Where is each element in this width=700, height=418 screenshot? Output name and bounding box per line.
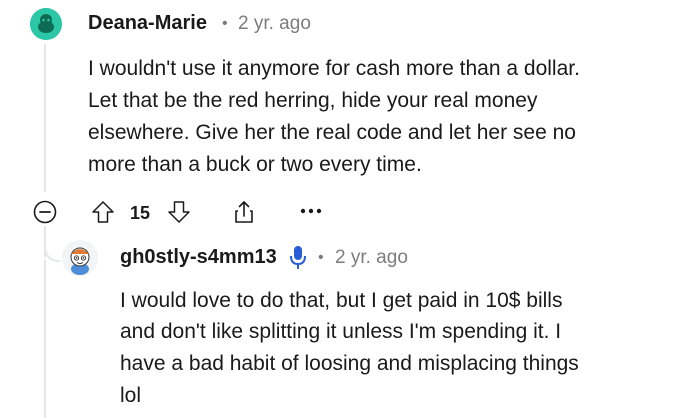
share-icon bbox=[235, 201, 253, 223]
comment-body-line: Let that be the red herring, hide your r… bbox=[88, 89, 538, 112]
reply-avatar[interactable] bbox=[62, 240, 98, 276]
downvote-arrow-icon bbox=[168, 201, 190, 223]
reply-timestamp[interactable]: 2 yr. ago bbox=[335, 247, 408, 269]
snoo-avatar-icon bbox=[62, 240, 98, 276]
share-button[interactable] bbox=[230, 198, 258, 226]
upvote-button[interactable] bbox=[90, 199, 116, 225]
thread-curve bbox=[44, 226, 60, 262]
more-options-button[interactable] bbox=[298, 204, 324, 218]
reply-body-line: I would love to do that, but I get paid … bbox=[120, 289, 563, 312]
comment-body-line: elsewhere. Give her the real code and le… bbox=[88, 121, 576, 144]
header-separator: • bbox=[222, 15, 228, 32]
comment-timestamp[interactable]: 2 yr. ago bbox=[238, 13, 311, 35]
reply-body-line: and don't like splitting it unless I'm s… bbox=[120, 320, 562, 343]
collapse-minus-icon bbox=[33, 200, 57, 224]
thread-line-comment[interactable] bbox=[44, 44, 46, 192]
header-separator: • bbox=[318, 249, 324, 266]
downvote-button[interactable] bbox=[166, 199, 192, 225]
reply-body-line: lol bbox=[120, 384, 142, 407]
reply-username[interactable]: gh0stly-s4mm13 bbox=[120, 246, 277, 269]
microphone-icon bbox=[289, 245, 307, 271]
comment-username[interactable]: Deana-Marie bbox=[88, 12, 207, 35]
reply-body-line: have a bad habit of loosing and misplaci… bbox=[120, 352, 579, 375]
collapse-button[interactable] bbox=[33, 200, 57, 224]
comment-body-line: more than a buck or two every time. bbox=[88, 153, 422, 176]
upvote-arrow-icon bbox=[92, 201, 114, 223]
more-options-icon bbox=[300, 208, 322, 214]
vote-count: 15 bbox=[130, 203, 151, 223]
thread-line-reply[interactable] bbox=[44, 260, 46, 418]
comment-body-line: I wouldn't use it anymore for cash more … bbox=[88, 57, 580, 80]
avatar[interactable] bbox=[30, 8, 62, 40]
snoo-avatar-icon bbox=[30, 8, 62, 40]
